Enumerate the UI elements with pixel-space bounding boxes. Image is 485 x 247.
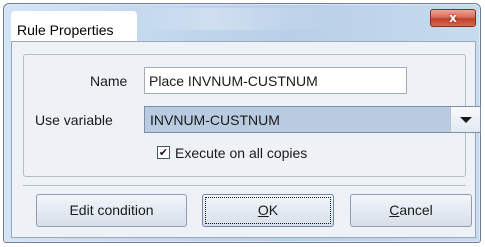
ok-button[interactable]: OK — [202, 194, 334, 227]
use-variable-label: Use variable — [35, 112, 113, 128]
rule-properties-dialog: Rule Properties x Name Use variable INVN… — [3, 3, 481, 243]
ok-label-rest: K — [268, 202, 279, 218]
use-variable-value: INVNUM-CUSTNUM — [150, 112, 280, 128]
close-icon: x — [449, 11, 457, 25]
cancel-mnemonic: C — [389, 202, 400, 218]
ok-mnemonic: O — [257, 202, 269, 218]
chevron-down-icon[interactable] — [450, 107, 480, 132]
name-field[interactable] — [144, 67, 407, 94]
checkmark-icon: ✔ — [158, 146, 169, 159]
title-bar[interactable]: Rule Properties x — [4, 4, 480, 41]
execute-all-copies-label[interactable]: Execute on all copies — [175, 145, 307, 161]
edit-condition-label: Edit condition — [69, 202, 154, 218]
divider — [23, 185, 466, 186]
name-label: Name — [90, 73, 128, 89]
close-button[interactable]: x — [430, 9, 476, 27]
cancel-button[interactable]: Cancel — [350, 194, 472, 227]
dialog-client-area: Name Use variable INVNUM-CUSTNUM ✔ Execu… — [11, 41, 481, 238]
dialog-title: Rule Properties — [17, 22, 114, 38]
edit-condition-button[interactable]: Edit condition — [36, 194, 187, 227]
execute-all-copies-checkbox[interactable]: ✔ — [157, 146, 170, 159]
use-variable-dropdown[interactable]: INVNUM-CUSTNUM — [144, 106, 481, 133]
cancel-label-rest: ancel — [399, 202, 433, 218]
